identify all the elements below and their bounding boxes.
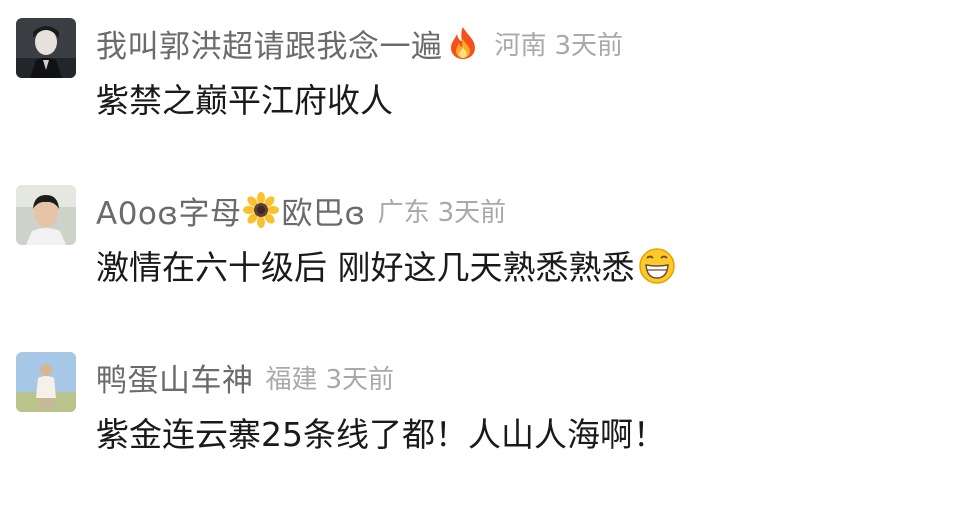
comment-header: 鸭蛋山车神 福建 3天前 <box>96 354 394 400</box>
grinning-face-icon <box>637 245 677 285</box>
comment-meta: 福建 3天前 <box>266 359 395 396</box>
avatar[interactable] <box>16 18 76 78</box>
comment-meta: 河南 3天前 <box>495 25 624 62</box>
username[interactable]: 鸭蛋山车神 <box>96 355 254 400</box>
comment-text: 紫金连云寨25条线了都！人山人海啊！ <box>96 415 666 454</box>
comment-text: 紫禁之巅平江府收人 <box>96 81 393 120</box>
username[interactable]: 我叫郭洪超请跟我念一遍 <box>96 21 443 66</box>
avatar[interactable] <box>16 185 76 245</box>
comment-text-content: 激情在六十级后 刚好这几天熟悉熟悉 <box>96 248 635 287</box>
timestamp: 3天前 <box>437 197 507 228</box>
timestamp: 3天前 <box>325 364 395 395</box>
username-part[interactable]: 欧巴ɞ <box>281 188 365 233</box>
sunflower-icon <box>243 192 280 228</box>
comment-header: A0oɞ字母 欧巴ɞ 广东 3天前 <box>96 187 506 233</box>
comment-header: 我叫郭洪超请跟我念一遍 河南 3天前 <box>96 20 623 66</box>
fire-icon <box>445 25 481 61</box>
username-part[interactable]: A0oɞ字母 <box>96 188 241 233</box>
avatar[interactable] <box>16 352 76 412</box>
comment-text: 激情在六十级后 刚好这几天熟悉熟悉 <box>96 241 679 289</box>
location: 广东 <box>377 197 430 228</box>
comment-meta: 广东 3天前 <box>378 192 507 229</box>
timestamp: 3天前 <box>554 30 624 61</box>
location: 福建 <box>265 364 318 395</box>
location: 河南 <box>494 30 547 61</box>
